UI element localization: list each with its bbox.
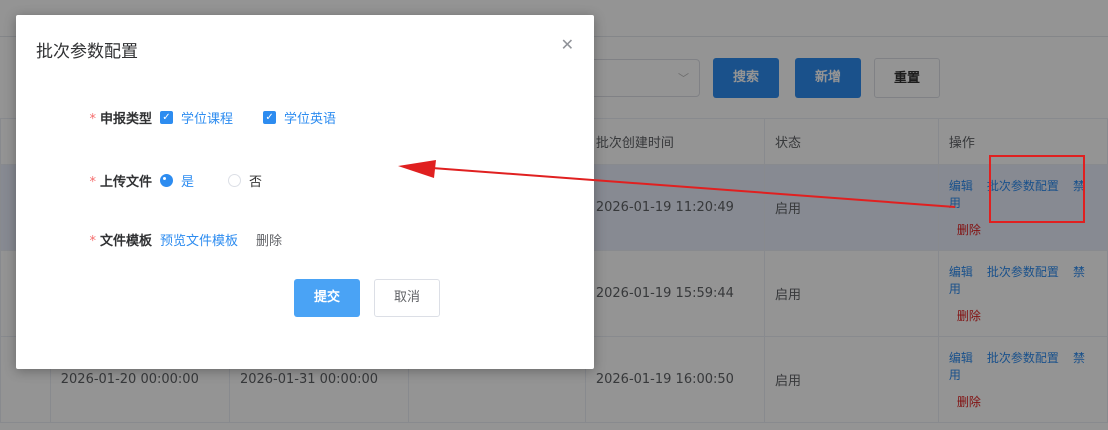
annotation-arrow-icon	[398, 160, 956, 208]
